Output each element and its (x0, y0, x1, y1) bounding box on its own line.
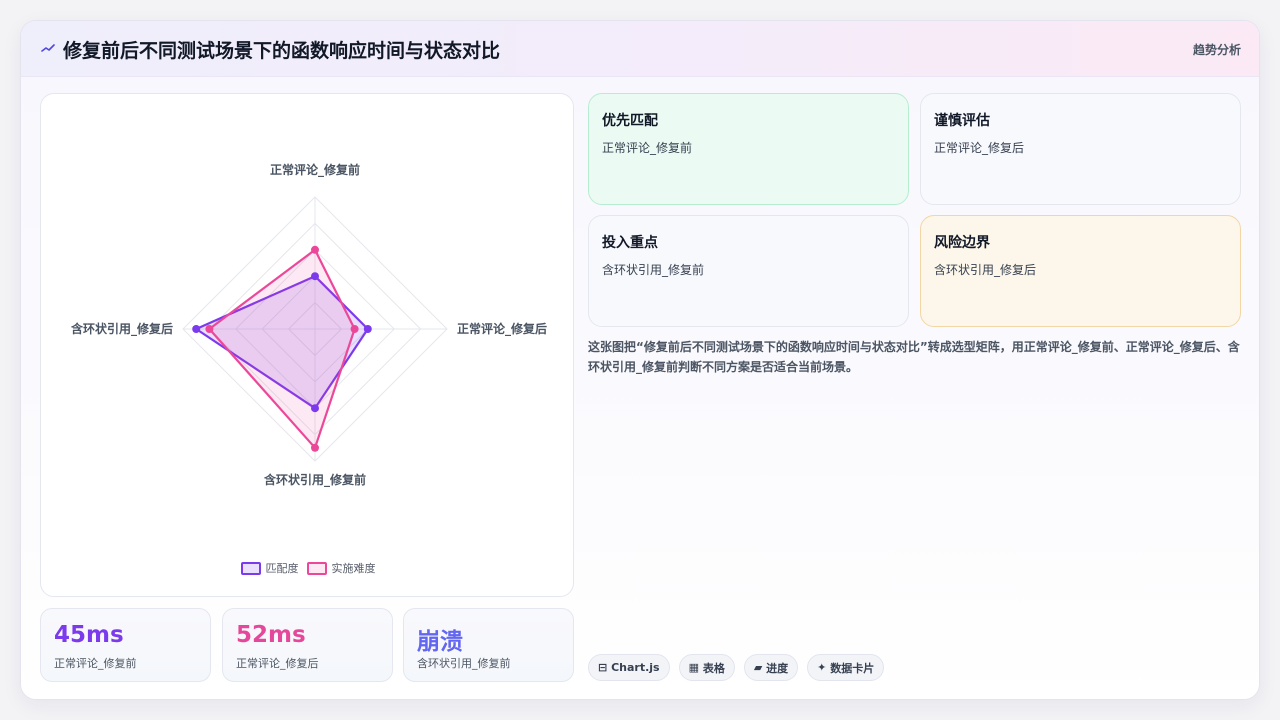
radar-chart: 正常评论_修复前正常评论_修复后含环状引用_修复前 含环状引用_修复后 (71, 162, 547, 488)
stat-label: 正常评论_修复前 (54, 657, 137, 670)
radar-axis-label: 正常评论_修复后 (457, 321, 547, 337)
radar-point[interactable] (192, 325, 201, 333)
quadrant-subtitle: 正常评论_修复后 (934, 141, 1025, 155)
chart-icon: ⊟ (598, 661, 608, 674)
legend-label-difficulty: 实施难度 (331, 562, 376, 575)
legend-item-difficulty[interactable]: 实施难度 (306, 560, 376, 576)
tag-data-card[interactable]: ✦ 数据卡片 (807, 654, 885, 681)
radar-point[interactable] (311, 443, 319, 452)
radar-point[interactable] (311, 404, 319, 413)
trend-line-icon (41, 44, 55, 52)
quadrant-subtitle: 正常评论_修复前 (602, 141, 693, 155)
stat-label: 正常评论_修复后 (236, 657, 319, 670)
legend-label-match: 匹配度 (265, 562, 299, 575)
radar-point[interactable] (311, 245, 319, 254)
quadrant-title: 投入重点 (602, 235, 658, 251)
tag-label: 进度 (766, 661, 789, 675)
stat-value: 崩溃 (417, 629, 463, 655)
radar-point[interactable] (350, 325, 359, 333)
quadrant-subtitle: 含环状引用_修复后 (934, 263, 1037, 277)
legend-swatch-difficulty (306, 561, 327, 575)
page-title: 修复前后不同测试场景下的函数响应时间与状态对比 (63, 40, 501, 62)
quadrant-title: 优先匹配 (602, 113, 658, 129)
quadrant-title: 风险边界 (934, 235, 990, 251)
stat-value: 45ms (54, 622, 124, 648)
radar-axis-label: 含环状引用_修复后 (71, 321, 173, 337)
tag-label: Chart.js (611, 661, 660, 674)
quadrant-risk-boundary[interactable]: 风险边界 含环状引用_修复后 (920, 215, 1241, 327)
tag-table[interactable]: ▦ 表格 (678, 654, 735, 681)
quadrant-careful-evaluation[interactable]: 谨慎评估 正常评论_修复后 (920, 93, 1241, 205)
chart-description: 这张图把“修复前后不同测试场景下的函数响应时间与状态对比”转成选型矩阵，用正常评… (588, 340, 1240, 374)
radar-axis-label: 正常评论_修复前 (270, 162, 360, 178)
legend-item-match[interactable]: 匹配度 (240, 560, 299, 576)
sparkle-icon: ✦ (817, 661, 827, 674)
quadrant-priority-match[interactable]: 优先匹配 正常评论_修复前 (588, 93, 909, 205)
tag-list: ⊟ Chart.js ▦ 表格 ▰ 进度 ✦ 数据卡片 (588, 654, 885, 681)
table-icon: ▦ (688, 661, 699, 674)
radar-point[interactable] (363, 325, 372, 333)
dashboard-panel: 修复前后不同测试场景下的函数响应时间与状态对比 趋势分析 正常评论_修复前 正常评… (20, 20, 1260, 700)
quadrant-investment-focus[interactable]: 投入重点 含环状引用_修复前 (588, 215, 909, 327)
tag-label: 数据卡片 (830, 661, 875, 675)
quadrant-title: 谨慎评估 (934, 113, 990, 129)
radar-axis-label: 含环状引用_修复前 (264, 472, 366, 488)
legend-swatch-match (240, 561, 261, 575)
stat-card-2: 52ms 正常评论_修复后 (222, 608, 393, 682)
chart-legend: 匹配度 实施难度 (41, 560, 575, 576)
stat-label: 含环状引用_修复前 (417, 657, 511, 670)
header-bar: 修复前后不同测试场景下的函数响应时间与状态对比 趋势分析 (21, 21, 1259, 77)
stat-card-3: 崩溃 含环状引用_修复前 (403, 608, 574, 682)
stat-value: 52ms (236, 622, 306, 648)
progress-icon: ▰ (753, 661, 763, 674)
quadrant-subtitle: 含环状引用_修复前 (602, 263, 705, 277)
tag-progress[interactable]: ▰ 进度 (743, 654, 799, 681)
tag-label: 表格 (702, 661, 725, 675)
radar-point[interactable] (205, 325, 214, 333)
trend-analysis-button[interactable]: 趋势分析 (1193, 41, 1241, 58)
radar-series-area (208, 248, 356, 449)
tag-chartjs[interactable]: ⊟ Chart.js (588, 654, 670, 681)
stat-card-1: 45ms 正常评论_修复前 (40, 608, 211, 682)
radar-point[interactable] (311, 272, 319, 281)
radar-chart-card: 正常评论_修复前正常评论_修复后含环状引用_修复前 含环状引用_修复后 匹配度 实… (40, 93, 574, 597)
